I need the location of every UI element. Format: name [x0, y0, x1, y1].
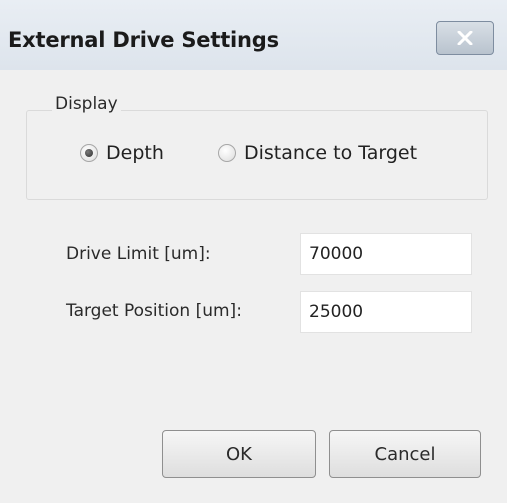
cancel-button[interactable]: Cancel — [329, 430, 481, 478]
radio-depth-indicator[interactable] — [80, 144, 98, 162]
target-position-label: Target Position [um]: — [66, 301, 242, 321]
ok-button[interactable]: OK — [162, 430, 316, 478]
radio-distance-label[interactable]: Distance to Target — [244, 142, 417, 164]
close-icon — [457, 31, 473, 45]
target-position-input[interactable] — [300, 291, 472, 333]
dialog-title: External Drive Settings — [8, 28, 279, 52]
display-group-title: Display — [52, 94, 121, 114]
close-button[interactable] — [436, 21, 494, 55]
drive-limit-label: Drive Limit [um]: — [66, 244, 211, 264]
title-bar: External Drive Settings — [0, 0, 507, 70]
drive-limit-input[interactable] — [300, 233, 472, 275]
radio-depth-label[interactable]: Depth — [106, 142, 164, 164]
settings-dialog: External Drive Settings Display Depth Di… — [0, 0, 507, 503]
radio-distance-indicator[interactable] — [218, 144, 236, 162]
radio-distance-to-target[interactable]: Distance to Target — [218, 142, 417, 164]
radio-depth[interactable]: Depth — [80, 142, 164, 164]
radio-selected-dot — [85, 149, 93, 157]
